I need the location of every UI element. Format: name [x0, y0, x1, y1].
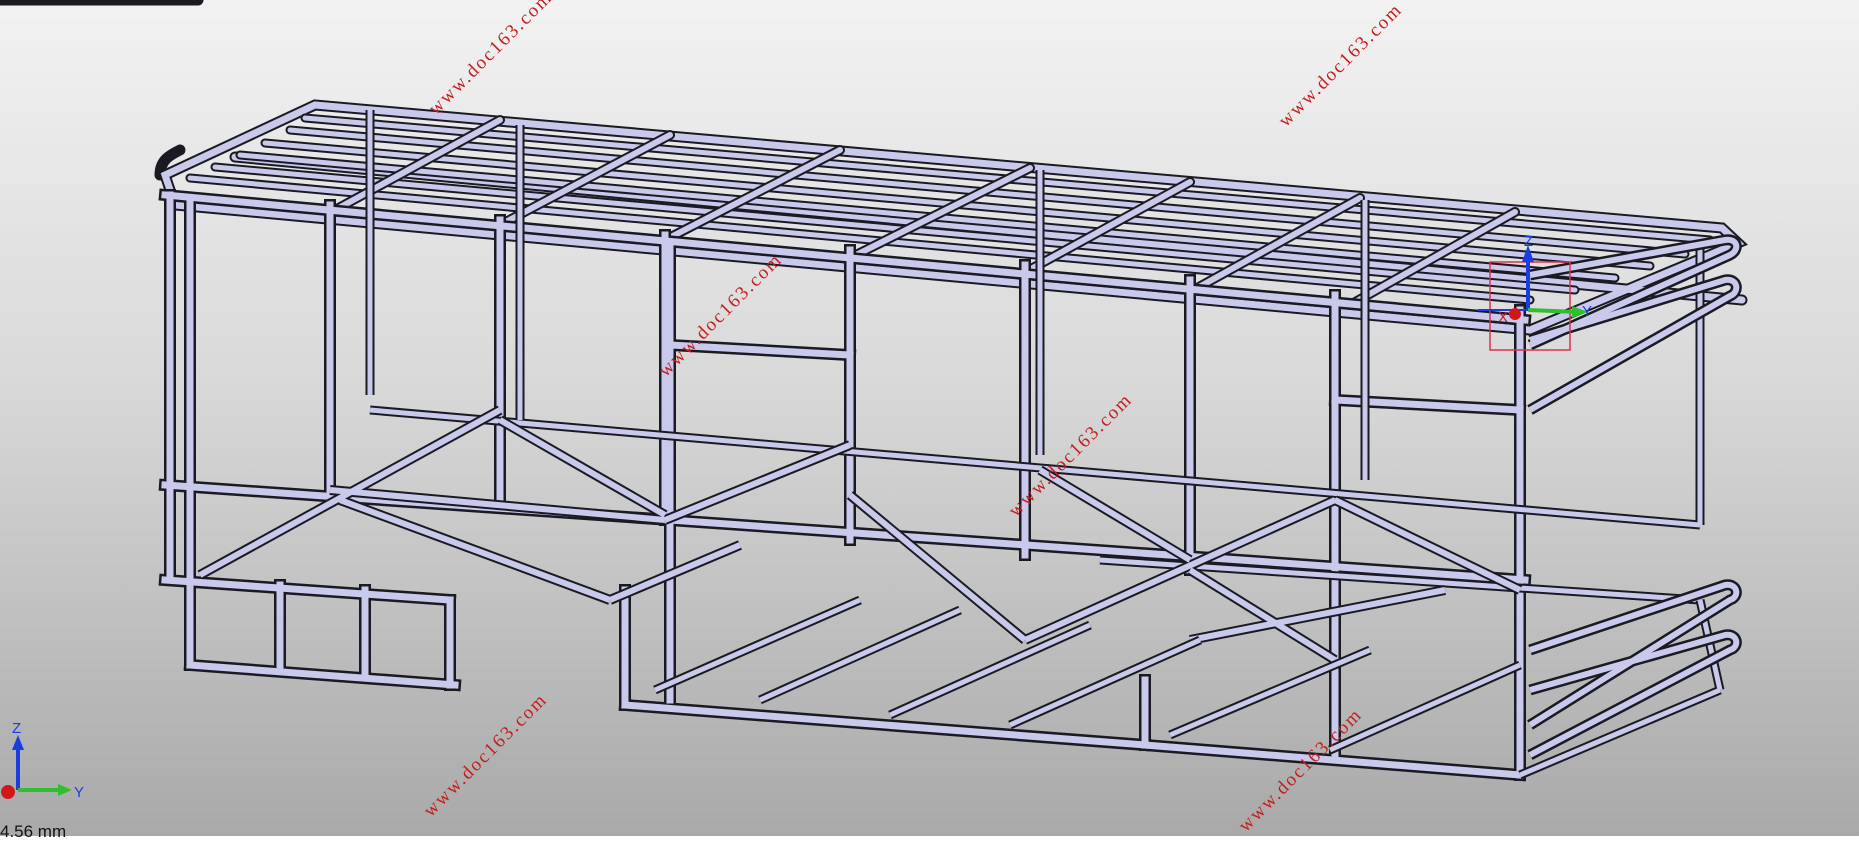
reference-triad-icon — [1, 735, 72, 799]
3d-viewport[interactable]: Z Y X Z Y www.doc163.com www.doc163.com … — [0, 0, 1859, 841]
triad-z-label: Z — [1524, 233, 1533, 250]
triad-y-label: Y — [1582, 303, 1592, 320]
reference-triad-y-label: Y — [74, 784, 84, 801]
scale-readout: 4.56 mm — [0, 822, 67, 841]
roof-frame — [0, 0, 1748, 336]
reference-triad-z-label: Z — [12, 720, 21, 737]
triad-x-label: X — [1498, 309, 1508, 326]
bus-frame-model[interactable]: Z Y X Z Y — [0, 0, 1859, 836]
